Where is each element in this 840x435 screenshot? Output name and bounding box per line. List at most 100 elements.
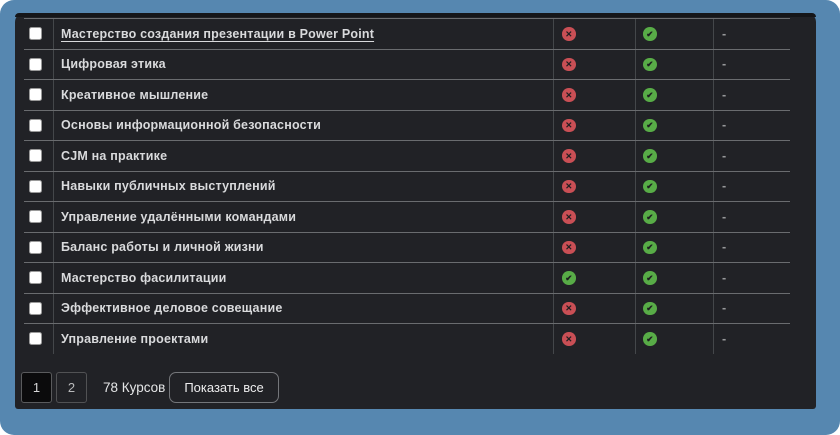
show-all-button[interactable]: Показать все <box>169 372 278 403</box>
cross-icon: ✕ <box>562 88 576 102</box>
extra-cell: - <box>713 141 790 171</box>
table-row: Управление удалёнными командами ✕ ✔ - <box>24 201 790 232</box>
page-buttons: 12 <box>21 372 91 403</box>
table-row: Управление проектами✕✔- <box>24 323 790 354</box>
extra-cell: - <box>713 111 790 141</box>
cross-icon: ✕ <box>562 119 576 133</box>
cross-icon: ✕ <box>562 58 576 72</box>
status-cell-1: ✕ <box>553 50 635 80</box>
status-cell-1: ✕ <box>553 202 635 232</box>
extra-cell: - <box>713 233 790 263</box>
pagination: 12 78 Курсов Показать все <box>21 372 279 403</box>
course-name-cell: CJM на практике <box>53 141 553 171</box>
course-title: Навыки публичных выступлений <box>61 180 276 193</box>
status-cell-2: ✔ <box>635 324 713 354</box>
row-checkbox[interactable] <box>29 210 42 223</box>
course-title: Управление удалёнными командами <box>61 211 296 224</box>
row-checkbox-cell <box>24 80 53 110</box>
check-icon: ✔ <box>643 302 657 316</box>
row-checkbox[interactable] <box>29 241 42 254</box>
course-title: Креативное мышление <box>61 89 208 102</box>
course-title: CJM на практике <box>61 150 167 163</box>
row-checkbox[interactable] <box>29 180 42 193</box>
extra-cell: - <box>713 202 790 232</box>
check-icon: ✔ <box>643 332 657 346</box>
row-checkbox[interactable] <box>29 271 42 284</box>
row-checkbox-cell <box>24 19 53 49</box>
cross-icon: ✕ <box>562 302 576 316</box>
table-row: Баланс работы и личной жизни ✕ ✔ - <box>24 232 790 263</box>
status-cell-2: ✔ <box>635 294 713 324</box>
status-cell-2: ✔ <box>635 141 713 171</box>
course-title: Основы информационной безопасности <box>61 119 321 132</box>
extra-cell: - <box>713 172 790 202</box>
status-cell-2: ✔ <box>635 19 713 49</box>
window-frame: Мастерство создания презентации в Power … <box>0 0 840 435</box>
cross-icon: ✕ <box>562 180 576 194</box>
cross-icon: ✕ <box>562 149 576 163</box>
course-name-cell: Управление проектами <box>53 324 553 354</box>
check-icon: ✔ <box>643 180 657 194</box>
page-button-1[interactable]: 1 <box>21 372 52 403</box>
course-title: Управление проектами <box>61 333 208 346</box>
row-checkbox[interactable] <box>29 27 42 40</box>
status-cell-1: ✕ <box>553 111 635 141</box>
extra-cell: - <box>713 50 790 80</box>
check-icon: ✔ <box>643 210 657 224</box>
row-checkbox-cell <box>24 111 53 141</box>
row-checkbox-cell <box>24 294 53 324</box>
check-icon: ✔ <box>562 271 576 285</box>
course-count: 78 Курсов <box>103 380 165 395</box>
course-name-cell: Основы информационной безопасности <box>53 111 553 141</box>
row-checkbox-cell <box>24 172 53 202</box>
status-cell-2: ✔ <box>635 202 713 232</box>
table-row: Цифровая этика ✕ ✔- <box>24 49 790 80</box>
course-name-cell: Цифровая этика <box>53 50 553 80</box>
table-row: Креативное мышление✕✔- <box>24 79 790 110</box>
extra-cell: - <box>713 324 790 354</box>
status-cell-1: ✕ <box>553 19 635 49</box>
table-row: Навыки публичных выступлений ✕ ✔ - <box>24 171 790 202</box>
table-row: Эффективное деловое совещание ✕ ✔ - <box>24 293 790 324</box>
cross-icon: ✕ <box>562 241 576 255</box>
status-cell-2: ✔ <box>635 50 713 80</box>
row-checkbox-cell <box>24 50 53 80</box>
row-checkbox[interactable] <box>29 88 42 101</box>
row-checkbox-cell <box>24 263 53 293</box>
cross-icon: ✕ <box>562 210 576 224</box>
row-checkbox[interactable] <box>29 119 42 132</box>
extra-cell: - <box>713 294 790 324</box>
row-checkbox[interactable] <box>29 149 42 162</box>
course-name-cell: Навыки публичных выступлений <box>53 172 553 202</box>
course-name-cell: Эффективное деловое совещание <box>53 294 553 324</box>
courses-panel: Мастерство создания презентации в Power … <box>15 13 816 409</box>
course-name-cell: Мастерство создания презентации в Power … <box>53 19 553 49</box>
row-checkbox[interactable] <box>29 58 42 71</box>
course-name-cell: Мастерство фасилитации <box>53 263 553 293</box>
row-checkbox[interactable] <box>29 332 42 345</box>
status-cell-2: ✔ <box>635 233 713 263</box>
status-cell-1: ✕ <box>553 233 635 263</box>
status-cell-1: ✔ <box>553 263 635 293</box>
check-icon: ✔ <box>643 27 657 41</box>
table-row: Основы информационной безопасности ✕ ✔- <box>24 110 790 141</box>
row-checkbox-cell <box>24 141 53 171</box>
course-link[interactable]: Мастерство создания презентации в Power … <box>61 28 374 41</box>
status-cell-1: ✕ <box>553 294 635 324</box>
course-name-cell: Баланс работы и личной жизни <box>53 233 553 263</box>
page-button-2[interactable]: 2 <box>56 372 87 403</box>
status-cell-1: ✕ <box>553 172 635 202</box>
status-cell-1: ✕ <box>553 141 635 171</box>
row-checkbox-cell <box>24 324 53 354</box>
row-checkbox-cell <box>24 202 53 232</box>
check-icon: ✔ <box>643 241 657 255</box>
status-cell-2: ✔ <box>635 111 713 141</box>
check-icon: ✔ <box>643 149 657 163</box>
table-row: CJM на практике ✕ ✔ - <box>24 140 790 171</box>
course-name-cell: Креативное мышление <box>53 80 553 110</box>
row-checkbox[interactable] <box>29 302 42 315</box>
row-checkbox-cell <box>24 233 53 263</box>
status-cell-1: ✕ <box>553 80 635 110</box>
extra-cell: - <box>713 263 790 293</box>
courses-table: Мастерство создания презентации в Power … <box>24 18 790 354</box>
